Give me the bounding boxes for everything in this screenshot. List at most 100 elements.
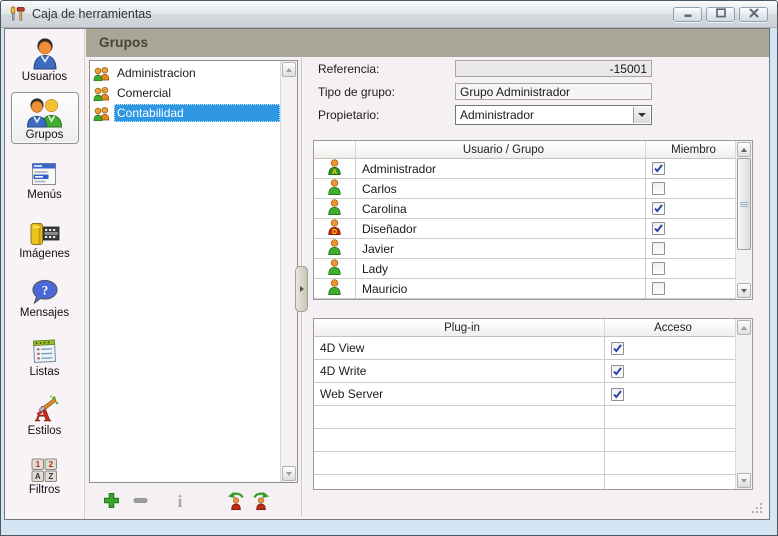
- window-title: Caja de herramientas: [32, 7, 152, 21]
- scrollbar-thumb[interactable]: [737, 158, 751, 250]
- minimize-button[interactable]: [673, 7, 702, 22]
- group-name: Contabilidad: [114, 104, 280, 122]
- add-button[interactable]: [99, 490, 123, 514]
- access-checkbox[interactable]: [611, 342, 624, 355]
- plugin-row-empty: [314, 429, 735, 452]
- plugin-row-empty: [314, 475, 735, 489]
- sidebar-item-listas[interactable]: Listas: [11, 328, 79, 380]
- sidebar-item-imagenes[interactable]: Imágenes: [11, 210, 79, 262]
- green-user-icon: [327, 199, 342, 218]
- svg-text:2: 2: [49, 460, 54, 469]
- propietario-label: Propietario:: [318, 108, 379, 122]
- maximize-icon: [715, 7, 727, 21]
- admin-user-icon: A: [327, 159, 342, 178]
- user-row-carlos[interactable]: Carlos: [314, 179, 735, 199]
- group-name: Administracion: [114, 64, 280, 82]
- group-list[interactable]: AdministracionComercialContabilidad: [89, 60, 298, 483]
- title-bar[interactable]: Caja de herramientas: [1, 1, 777, 28]
- user-name: Lady: [356, 259, 646, 278]
- scroll-up-button[interactable]: [737, 142, 751, 157]
- sidebar-item-estilos[interactable]: AEstilos: [11, 387, 79, 439]
- user-row-disenador[interactable]: D Diseñador: [314, 219, 735, 239]
- users-table: Usuario / GrupoMiembro AAdministradorCar…: [313, 140, 753, 300]
- messages-icon: ?: [31, 269, 59, 306]
- plugin-row-empty: [314, 406, 735, 429]
- green-user-icon: [327, 239, 342, 258]
- users-table-scrollbar[interactable]: [735, 141, 752, 299]
- minus-icon: [133, 493, 148, 511]
- user-row-carolina[interactable]: Carolina: [314, 199, 735, 219]
- splitter-handle[interactable]: [295, 266, 308, 312]
- member-checkbox[interactable]: [652, 242, 665, 255]
- member-checkbox[interactable]: [652, 202, 665, 215]
- svg-text:?: ?: [41, 283, 48, 298]
- arrow-down-icon: [741, 289, 747, 293]
- plugin-row-4d-view[interactable]: 4D View: [314, 337, 735, 360]
- maximize-button[interactable]: [706, 7, 735, 22]
- user-row-javier[interactable]: Javier: [314, 239, 735, 259]
- users-col-usuario-grupo: Usuario / Grupo: [356, 141, 646, 158]
- sidebar-item-label: Menús: [27, 189, 62, 201]
- sidebar-item-usuarios[interactable]: Usuarios: [11, 33, 79, 85]
- window-controls: [673, 7, 771, 22]
- sidebar-item-filtros[interactable]: 12AZFiltros: [11, 446, 79, 498]
- scroll-down-button[interactable]: [737, 283, 751, 298]
- scroll-down-button[interactable]: [737, 473, 751, 488]
- access-checkbox[interactable]: [611, 388, 624, 401]
- plugins-table-header: Plug-inAcceso: [314, 319, 735, 337]
- member-checkbox[interactable]: [652, 222, 665, 235]
- info-icon: i: [175, 492, 185, 513]
- minimize-icon: [682, 7, 694, 21]
- sidebar-item-label: Listas: [29, 366, 59, 378]
- users-table-header: Usuario / GrupoMiembro: [314, 141, 735, 159]
- arrow-up-icon: [286, 68, 292, 72]
- svg-text:D: D: [332, 229, 337, 235]
- green-user-icon: [327, 179, 342, 198]
- group-small-icon: [93, 66, 110, 81]
- sidebar-item-mensajes[interactable]: ?Mensajes: [11, 269, 79, 321]
- svg-text:A: A: [35, 472, 41, 481]
- tipo-de-grupo-field[interactable]: Grupo Administrador: [455, 83, 652, 100]
- propietario-combobox[interactable]: Administrador: [455, 105, 652, 125]
- sidebar-item-menus[interactable]: Menús: [11, 151, 79, 203]
- user-row-lady[interactable]: Lady: [314, 259, 735, 279]
- combo-dropdown-button[interactable]: [633, 107, 650, 123]
- group-list-item-administracion[interactable]: Administracion: [90, 63, 280, 83]
- plus-icon: [103, 492, 120, 512]
- collapse-arrow-icon: [300, 286, 304, 292]
- plugins-table-scrollbar[interactable]: [735, 319, 752, 489]
- plugin-row-web-server[interactable]: Web Server: [314, 383, 735, 406]
- plugin-name: 4D View: [314, 337, 605, 359]
- member-checkbox[interactable]: [652, 282, 665, 295]
- user-name: Mauricio: [356, 279, 646, 298]
- scroll-down-button[interactable]: [282, 466, 296, 481]
- referencia-field: -15001: [455, 60, 652, 77]
- user-row-mauricio[interactable]: Mauricio: [314, 279, 735, 299]
- images-icon: [29, 210, 60, 247]
- resize-grip[interactable]: [750, 501, 763, 514]
- scroll-up-button[interactable]: [737, 320, 751, 335]
- toolbox-window: Caja de herramientas Usuarios Grupos Menús…: [0, 0, 778, 536]
- access-checkbox[interactable]: [611, 365, 624, 378]
- close-button[interactable]: [739, 7, 768, 22]
- user-export-icon: [252, 491, 273, 513]
- group-list-item-contabilidad[interactable]: Contabilidad: [90, 103, 280, 123]
- export-users-button[interactable]: [250, 490, 274, 514]
- lists-icon: [31, 328, 58, 365]
- green-user-icon: [327, 259, 342, 278]
- user-name: Diseñador: [356, 219, 646, 238]
- member-checkbox[interactable]: [652, 182, 665, 195]
- group-small-icon: [93, 106, 110, 121]
- member-checkbox[interactable]: [652, 262, 665, 275]
- import-users-button[interactable]: [222, 490, 246, 514]
- group-list-item-comercial[interactable]: Comercial: [90, 83, 280, 103]
- plugin-row-4d-write[interactable]: 4D Write: [314, 360, 735, 383]
- users-col-miembro: Miembro: [646, 141, 735, 158]
- user-row-administrador[interactable]: AAdministrador: [314, 159, 735, 179]
- close-icon: [748, 7, 760, 21]
- member-checkbox[interactable]: [652, 162, 665, 175]
- sidebar-item-label: Filtros: [29, 484, 60, 496]
- scroll-up-button[interactable]: [282, 62, 296, 77]
- sidebar-item-grupos[interactable]: Grupos: [11, 92, 79, 144]
- menus-icon: [31, 151, 59, 188]
